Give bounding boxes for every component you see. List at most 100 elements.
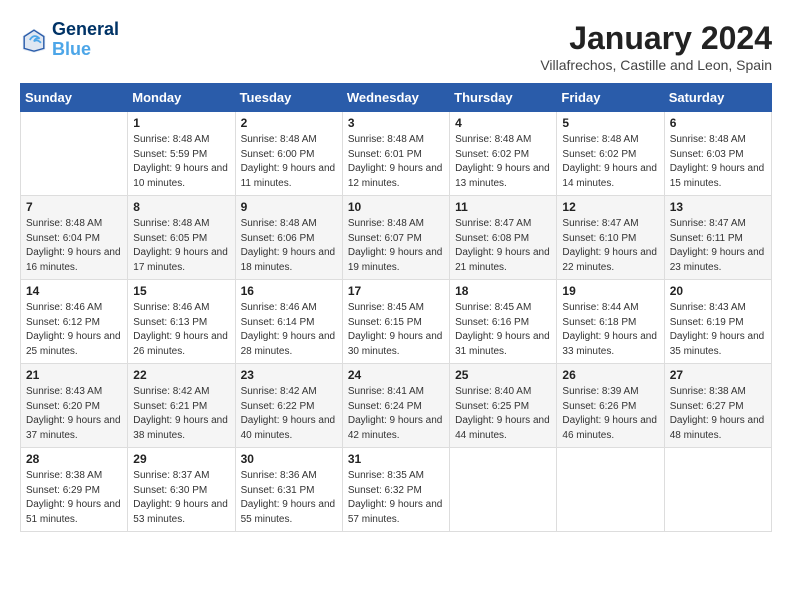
day-cell: 26 Sunrise: 8:39 AM Sunset: 6:26 PM Dayl… [557,364,664,448]
sunset-text: Sunset: 6:20 PM [26,401,100,412]
day-info: Sunrise: 8:45 AM Sunset: 6:16 PM Dayligh… [455,301,551,359]
daylight-text: Daylight: 9 hours and 16 minutes. [26,247,121,273]
day-cell: 3 Sunrise: 8:48 AM Sunset: 6:01 PM Dayli… [342,112,449,196]
day-number: 23 [241,368,337,382]
day-cell: 17 Sunrise: 8:45 AM Sunset: 6:15 PM Dayl… [342,280,449,364]
day-number: 24 [348,368,444,382]
sunrise-text: Sunrise: 8:44 AM [562,302,638,313]
sunrise-text: Sunrise: 8:40 AM [455,386,531,397]
sunset-text: Sunset: 6:19 PM [670,317,744,328]
sunset-text: Sunset: 6:08 PM [455,233,529,244]
day-info: Sunrise: 8:43 AM Sunset: 6:20 PM Dayligh… [26,385,122,443]
sunrise-text: Sunrise: 8:48 AM [455,134,531,145]
title-block: January 2024 Villafrechos, Castille and … [540,20,772,73]
day-info: Sunrise: 8:48 AM Sunset: 6:02 PM Dayligh… [455,133,551,191]
daylight-text: Daylight: 9 hours and 30 minutes. [348,331,443,357]
day-cell: 29 Sunrise: 8:37 AM Sunset: 6:30 PM Dayl… [128,448,235,532]
day-info: Sunrise: 8:37 AM Sunset: 6:30 PM Dayligh… [133,469,229,527]
daylight-text: Daylight: 9 hours and 18 minutes. [241,247,336,273]
sunrise-text: Sunrise: 8:48 AM [348,134,424,145]
daylight-text: Daylight: 9 hours and 38 minutes. [133,415,228,441]
page-header: GeneralBlue January 2024 Villafrechos, C… [20,20,772,73]
day-info: Sunrise: 8:41 AM Sunset: 6:24 PM Dayligh… [348,385,444,443]
sunrise-text: Sunrise: 8:48 AM [241,218,317,229]
day-number: 16 [241,284,337,298]
sunset-text: Sunset: 6:29 PM [26,485,100,496]
daylight-text: Daylight: 9 hours and 35 minutes. [670,331,765,357]
daylight-text: Daylight: 9 hours and 10 minutes. [133,163,228,189]
sunset-text: Sunset: 6:32 PM [348,485,422,496]
day-cell [664,448,771,532]
sunset-text: Sunset: 6:16 PM [455,317,529,328]
day-info: Sunrise: 8:48 AM Sunset: 6:03 PM Dayligh… [670,133,766,191]
daylight-text: Daylight: 9 hours and 19 minutes. [348,247,443,273]
day-cell: 31 Sunrise: 8:35 AM Sunset: 6:32 PM Dayl… [342,448,449,532]
day-number: 10 [348,200,444,214]
day-info: Sunrise: 8:40 AM Sunset: 6:25 PM Dayligh… [455,385,551,443]
sunset-text: Sunset: 6:24 PM [348,401,422,412]
day-cell: 15 Sunrise: 8:46 AM Sunset: 6:13 PM Dayl… [128,280,235,364]
day-info: Sunrise: 8:48 AM Sunset: 6:04 PM Dayligh… [26,217,122,275]
day-number: 30 [241,452,337,466]
sunset-text: Sunset: 6:00 PM [241,149,315,160]
day-number: 20 [670,284,766,298]
day-cell: 30 Sunrise: 8:36 AM Sunset: 6:31 PM Dayl… [235,448,342,532]
sunset-text: Sunset: 5:59 PM [133,149,207,160]
header-saturday: Saturday [664,84,771,112]
day-cell: 5 Sunrise: 8:48 AM Sunset: 6:02 PM Dayli… [557,112,664,196]
sunset-text: Sunset: 6:12 PM [26,317,100,328]
day-cell: 19 Sunrise: 8:44 AM Sunset: 6:18 PM Dayl… [557,280,664,364]
day-cell: 2 Sunrise: 8:48 AM Sunset: 6:00 PM Dayli… [235,112,342,196]
sunrise-text: Sunrise: 8:48 AM [670,134,746,145]
day-info: Sunrise: 8:48 AM Sunset: 6:02 PM Dayligh… [562,133,658,191]
daylight-text: Daylight: 9 hours and 17 minutes. [133,247,228,273]
daylight-text: Daylight: 9 hours and 14 minutes. [562,163,657,189]
sunrise-text: Sunrise: 8:47 AM [562,218,638,229]
sunrise-text: Sunrise: 8:47 AM [670,218,746,229]
sunset-text: Sunset: 6:14 PM [241,317,315,328]
day-info: Sunrise: 8:43 AM Sunset: 6:19 PM Dayligh… [670,301,766,359]
day-cell: 1 Sunrise: 8:48 AM Sunset: 5:59 PM Dayli… [128,112,235,196]
week-row-3: 14 Sunrise: 8:46 AM Sunset: 6:12 PM Dayl… [21,280,772,364]
day-number: 18 [455,284,551,298]
sunrise-text: Sunrise: 8:48 AM [241,134,317,145]
month-year-title: January 2024 [540,20,772,57]
day-info: Sunrise: 8:47 AM Sunset: 6:11 PM Dayligh… [670,217,766,275]
day-number: 28 [26,452,122,466]
day-info: Sunrise: 8:44 AM Sunset: 6:18 PM Dayligh… [562,301,658,359]
day-info: Sunrise: 8:35 AM Sunset: 6:32 PM Dayligh… [348,469,444,527]
day-number: 6 [670,116,766,130]
day-info: Sunrise: 8:36 AM Sunset: 6:31 PM Dayligh… [241,469,337,527]
week-row-1: 1 Sunrise: 8:48 AM Sunset: 5:59 PM Dayli… [21,112,772,196]
day-cell: 13 Sunrise: 8:47 AM Sunset: 6:11 PM Dayl… [664,196,771,280]
sunset-text: Sunset: 6:02 PM [562,149,636,160]
day-cell: 8 Sunrise: 8:48 AM Sunset: 6:05 PM Dayli… [128,196,235,280]
day-info: Sunrise: 8:48 AM Sunset: 6:05 PM Dayligh… [133,217,229,275]
daylight-text: Daylight: 9 hours and 40 minutes. [241,415,336,441]
sunset-text: Sunset: 6:06 PM [241,233,315,244]
day-number: 17 [348,284,444,298]
sunrise-text: Sunrise: 8:47 AM [455,218,531,229]
sunset-text: Sunset: 6:04 PM [26,233,100,244]
location-subtitle: Villafrechos, Castille and Leon, Spain [540,57,772,73]
day-number: 13 [670,200,766,214]
daylight-text: Daylight: 9 hours and 55 minutes. [241,499,336,525]
day-cell: 27 Sunrise: 8:38 AM Sunset: 6:27 PM Dayl… [664,364,771,448]
week-row-5: 28 Sunrise: 8:38 AM Sunset: 6:29 PM Dayl… [21,448,772,532]
sunrise-text: Sunrise: 8:43 AM [26,386,102,397]
sunset-text: Sunset: 6:22 PM [241,401,315,412]
header-tuesday: Tuesday [235,84,342,112]
day-number: 9 [241,200,337,214]
day-number: 8 [133,200,229,214]
day-number: 2 [241,116,337,130]
day-info: Sunrise: 8:48 AM Sunset: 5:59 PM Dayligh… [133,133,229,191]
day-cell [21,112,128,196]
daylight-text: Daylight: 9 hours and 11 minutes. [241,163,336,189]
day-info: Sunrise: 8:48 AM Sunset: 6:06 PM Dayligh… [241,217,337,275]
day-info: Sunrise: 8:48 AM Sunset: 6:01 PM Dayligh… [348,133,444,191]
header-monday: Monday [128,84,235,112]
day-number: 15 [133,284,229,298]
sunrise-text: Sunrise: 8:36 AM [241,470,317,481]
sunrise-text: Sunrise: 8:38 AM [26,470,102,481]
day-number: 21 [26,368,122,382]
